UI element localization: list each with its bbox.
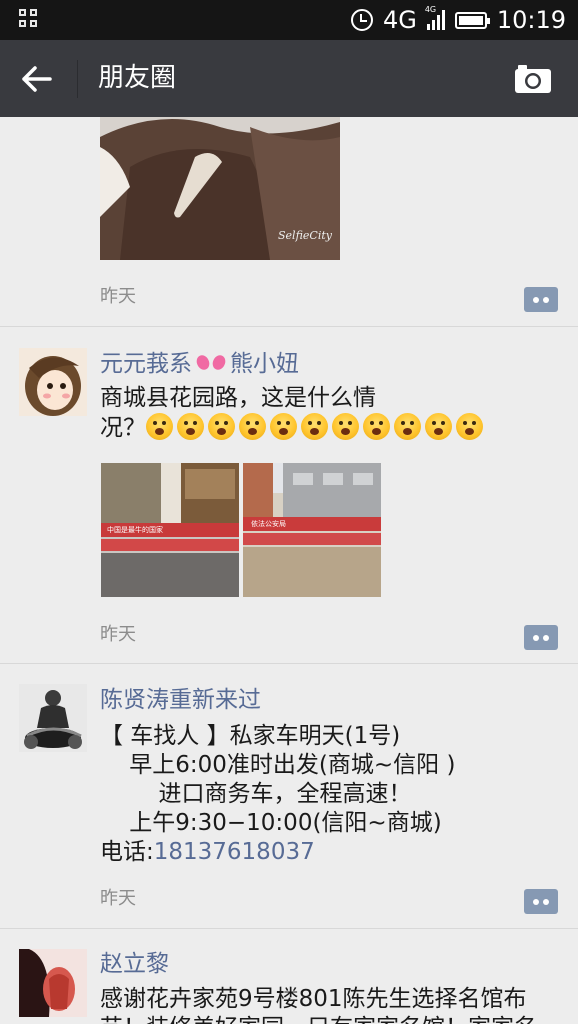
scream-emoji-icon: [332, 413, 359, 440]
post-text: 【 车找人 】私家车明天(1号) 早上6:00准时出发(商城~信阳 ) 进口商务…: [100, 722, 560, 867]
title-bar: 朋友圈: [0, 40, 578, 117]
post-time: 昨天: [100, 286, 136, 307]
phone-link[interactable]: 18137618037: [154, 839, 315, 865]
moment-post: 元元莪系 熊小妞 商城县花园路，这是什么情 况？ 中国是最牛的国家 依法公安局 …: [0, 327, 578, 664]
arrow-left-icon: [22, 66, 52, 92]
scream-emoji-icon: [146, 413, 173, 440]
comment-button[interactable]: [524, 625, 558, 650]
scream-emoji-icon: [363, 413, 390, 440]
post-text: 商城县花园路，这是什么情 况？: [100, 384, 560, 443]
photo-banner-text: 中国是最牛的国家: [107, 526, 163, 534]
page-title: 朋友圈: [98, 63, 177, 93]
moment-post: SelfieCity 昨天: [0, 117, 578, 327]
title-divider: [77, 60, 78, 98]
alarm-icon: [350, 9, 373, 31]
avatar[interactable]: [19, 348, 87, 416]
moment-post: 赵立黎 感谢花卉家苑9号楼801陈先生选择名馆布 艺！装修美好家园，只有家家名馆…: [0, 929, 578, 1024]
camera-button[interactable]: [514, 64, 552, 94]
phone-label: 电话:: [100, 839, 154, 865]
clock-time: 10:19: [496, 6, 566, 34]
post-text: 感谢花卉家苑9号楼801陈先生选择名馆布 艺！装修美好家园，只有家家名馆！家家名: [100, 985, 560, 1024]
post-author[interactable]: 赵立黎: [100, 949, 169, 979]
status-icons: 4G 4G 10:19: [350, 4, 566, 36]
photo-watermark: SelfieCity: [278, 229, 332, 242]
photo-banner-text: 依法公安局: [251, 520, 286, 528]
post-text-line: 进口商务车，全程高速！: [100, 781, 412, 807]
author-name-suffix: 熊小妞: [230, 351, 299, 377]
post-photo[interactable]: SelfieCity: [100, 117, 340, 260]
post-time: 昨天: [100, 888, 136, 909]
signal-label: 4G: [424, 5, 437, 14]
comment-button[interactable]: [524, 287, 558, 312]
scream-emoji-icon: [177, 413, 204, 440]
post-photo[interactable]: 依法公安局: [243, 463, 381, 597]
moments-feed[interactable]: SelfieCity 昨天 元元莪系 熊小妞 商城县花园路，这是什么情 况？ 中…: [0, 117, 578, 1024]
avatar[interactable]: [19, 684, 87, 752]
post-text-line-2: 况？: [100, 413, 560, 443]
author-name: 元元莪系: [100, 351, 192, 377]
post-text-line: 【 车找人 】私家车明天(1号): [100, 723, 401, 749]
camera-icon: [515, 65, 551, 93]
post-phone-line: 电话:18137618037: [100, 838, 560, 867]
scream-emoji-icon: [208, 413, 235, 440]
moment-post: 陈贤涛重新来过 【 车找人 】私家车明天(1号) 早上6:00准时出发(商城~信…: [0, 664, 578, 929]
grid-icon: [19, 9, 39, 29]
post-text-line: 艺！装修美好家园，只有家家名馆！家家名: [100, 1014, 560, 1024]
status-bar: 4G 4G 10:19: [0, 0, 578, 40]
scream-emoji-icon: [239, 413, 266, 440]
post-author[interactable]: 元元莪系 熊小妞: [100, 349, 299, 379]
post-text-line: 商城县花园路，这是什么情: [100, 385, 376, 411]
avatar[interactable]: [19, 949, 87, 1017]
scream-emoji-icon: [301, 413, 328, 440]
scream-emoji-icon: [425, 413, 452, 440]
emoji-row: [146, 413, 487, 441]
scream-emoji-icon: [394, 413, 421, 440]
comment-button[interactable]: [524, 889, 558, 914]
post-photo[interactable]: 中国是最牛的国家: [101, 463, 239, 597]
scream-emoji-icon: [270, 413, 297, 440]
post-text-line: 感谢花卉家苑9号楼801陈先生选择名馆布: [100, 986, 527, 1012]
network-type: 4G: [382, 6, 417, 34]
post-text-line: 上午9:30−10:00(信阳~商城): [100, 810, 442, 836]
bow-icon: [196, 352, 226, 374]
battery-icon: [454, 11, 490, 29]
scream-emoji-icon: [456, 413, 483, 440]
back-button[interactable]: [20, 62, 56, 96]
signal-icon: 4G: [425, 5, 445, 30]
post-time: 昨天: [100, 624, 136, 645]
post-author[interactable]: 陈贤涛重新来过: [100, 685, 261, 715]
post-text-line: 早上6:00准时出发(商城~信阳 ): [100, 752, 456, 778]
